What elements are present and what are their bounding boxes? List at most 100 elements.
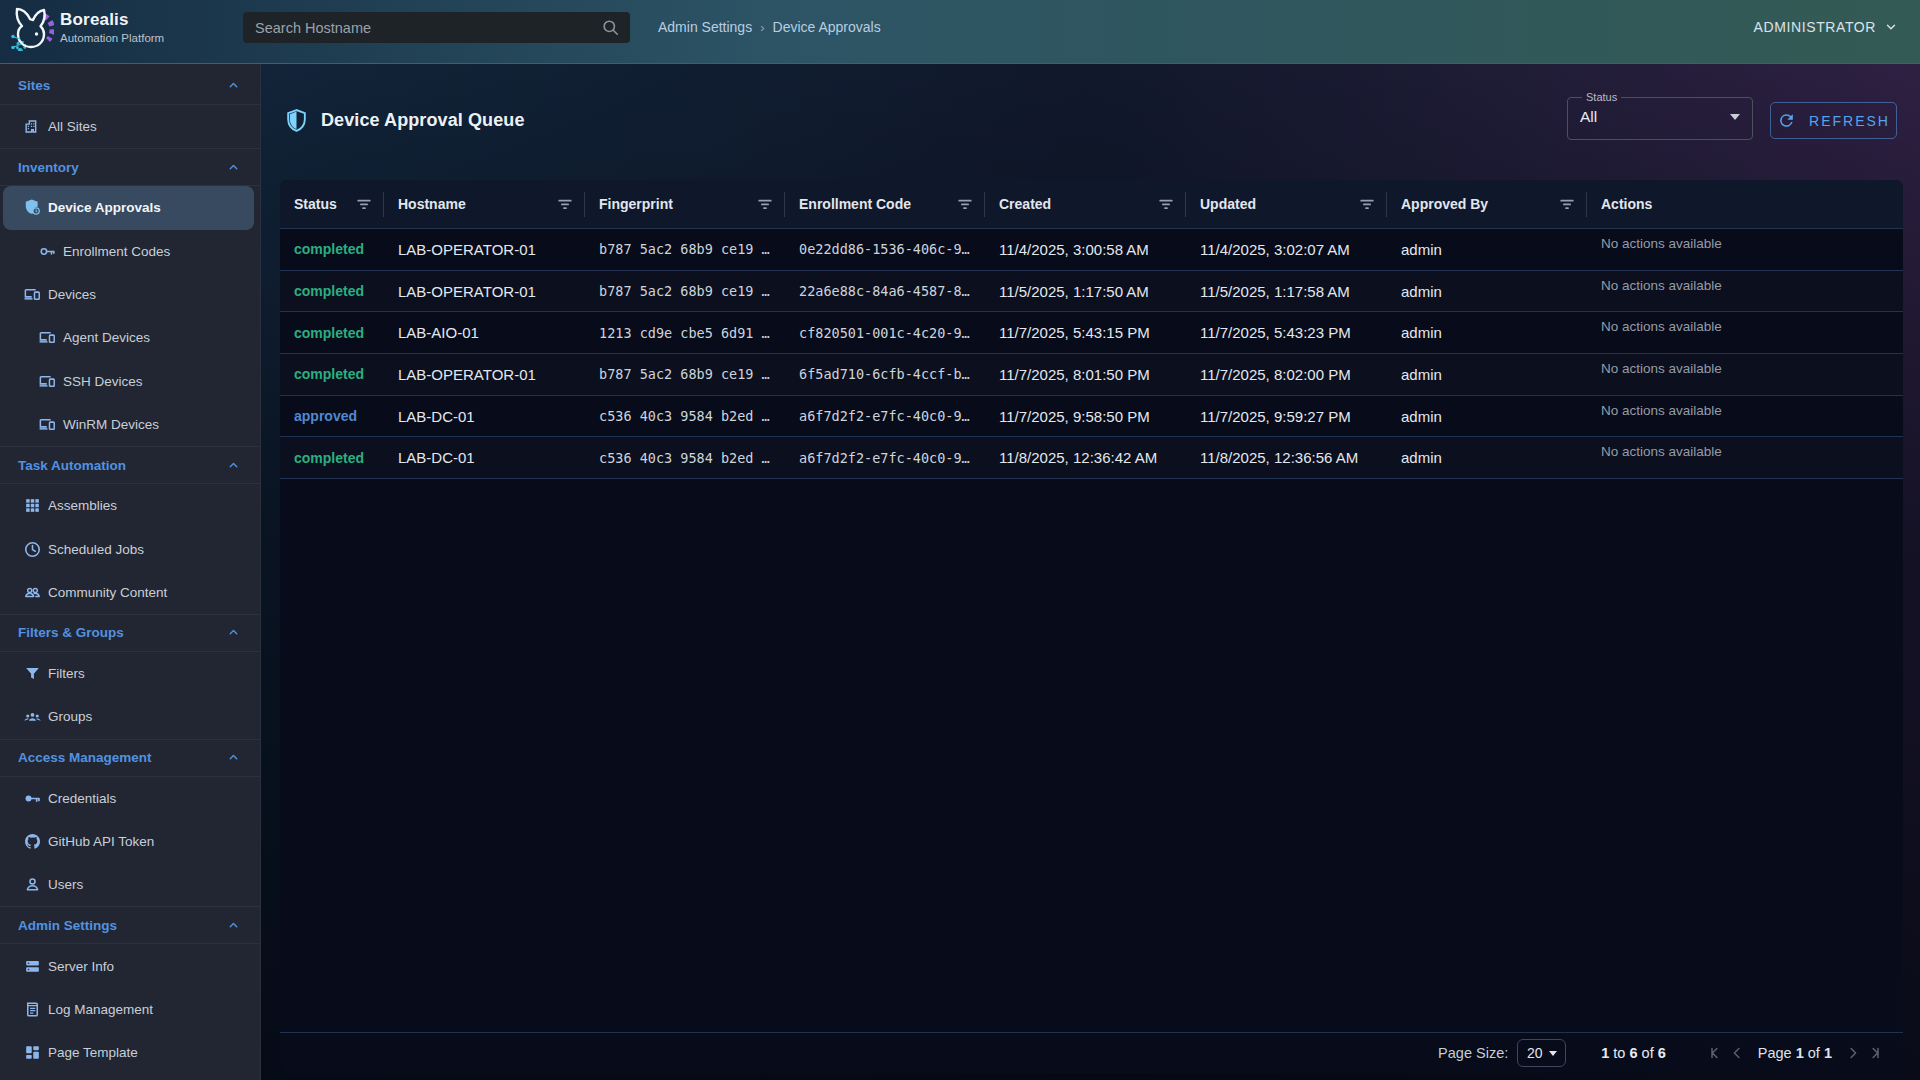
sidebar-section-header[interactable]: Filters & Groups bbox=[0, 614, 260, 652]
breadcrumb-device-approvals[interactable]: Device Approvals bbox=[773, 19, 881, 35]
cell-hostname: LAB-OPERATOR-01 bbox=[384, 271, 585, 312]
refresh-button[interactable]: REFRESH bbox=[1770, 102, 1897, 139]
sidebar-section-header[interactable]: Admin Settings bbox=[0, 906, 260, 944]
cell-hostname: LAB-OPERATOR-01 bbox=[384, 229, 585, 270]
column-header-enrollment-code[interactable]: Enrollment Code bbox=[785, 180, 985, 228]
sidebar-item-agent-devices[interactable]: Agent Devices bbox=[0, 316, 260, 359]
sidebar-section-header[interactable]: Inventory bbox=[0, 148, 260, 186]
column-filter-icon[interactable] bbox=[1357, 194, 1377, 214]
chevron-up-icon bbox=[227, 459, 240, 472]
sidebar-item-enrollment-codes[interactable]: Enrollment Codes bbox=[0, 230, 260, 273]
column-filter-icon[interactable] bbox=[555, 194, 575, 214]
devices-icon bbox=[38, 415, 57, 434]
sidebar-section-header[interactable]: Sites bbox=[0, 67, 260, 105]
chevron-up-icon bbox=[227, 79, 240, 92]
cell-fingerprint: c536 40c3 9584 b2ed … bbox=[585, 396, 785, 437]
cell-created: 11/7/2025, 9:58:50 PM bbox=[985, 396, 1186, 437]
key-icon bbox=[38, 242, 57, 261]
sidebar-item-device-approvals[interactable]: Device Approvals bbox=[3, 186, 254, 229]
table-row[interactable]: completedLAB-DC-01c536 40c3 9584 b2ed …a… bbox=[280, 437, 1903, 479]
table-row[interactable]: completedLAB-AIO-011213 cd9e cbe5 6d91 …… bbox=[280, 312, 1903, 354]
sidebar-item-devices[interactable]: Devices bbox=[0, 273, 260, 316]
shield-icon bbox=[284, 108, 309, 133]
borealis-logo-icon bbox=[8, 3, 54, 51]
select-arrow-icon bbox=[1730, 114, 1740, 120]
sidebar-item-users[interactable]: Users bbox=[0, 863, 260, 906]
cell-updated: 11/7/2025, 8:02:00 PM bbox=[1186, 354, 1387, 395]
main-content: Device Approval Queue Status All REFRESH… bbox=[261, 64, 1920, 1080]
table-row[interactable]: completedLAB-OPERATOR-01b787 5ac2 68b9 c… bbox=[280, 354, 1903, 396]
cell-actions: No actions available bbox=[1587, 437, 1903, 478]
last-page-button[interactable] bbox=[1866, 1042, 1884, 1064]
cell-created: 11/5/2025, 1:17:50 AM bbox=[985, 271, 1186, 312]
cell-status: completed bbox=[280, 354, 384, 395]
sidebar-item-server-info[interactable]: Server Info bbox=[0, 944, 260, 987]
page-size-select[interactable]: 20 bbox=[1517, 1039, 1566, 1067]
sidebar-section: Filters & GroupsFiltersGroups bbox=[0, 614, 260, 739]
column-filter-icon[interactable] bbox=[1557, 194, 1577, 214]
sidebar-item-assemblies[interactable]: Assemblies bbox=[0, 484, 260, 527]
status-filter-label: Status bbox=[1582, 91, 1621, 103]
table-row[interactable]: completedLAB-OPERATOR-01b787 5ac2 68b9 c… bbox=[280, 271, 1903, 313]
page-title: Device Approval Queue bbox=[321, 110, 525, 131]
cell-actions: No actions available bbox=[1587, 354, 1903, 395]
building-icon bbox=[23, 117, 42, 136]
column-filter-icon[interactable] bbox=[955, 194, 975, 214]
sidebar-item-credentials[interactable]: Credentials bbox=[0, 777, 260, 820]
sidebar-item-winrm-devices[interactable]: WinRM Devices bbox=[0, 403, 260, 446]
table-row[interactable]: completedLAB-OPERATOR-01b787 5ac2 68b9 c… bbox=[280, 229, 1903, 271]
hostname-search[interactable] bbox=[243, 12, 630, 43]
sidebar-item-all-sites[interactable]: All Sites bbox=[0, 105, 260, 148]
column-header-actions[interactable]: Actions bbox=[1587, 180, 1903, 228]
sidebar-item-page-template[interactable]: Page Template bbox=[0, 1031, 260, 1074]
account-menu[interactable]: ADMINISTRATOR bbox=[1754, 0, 1898, 54]
cell-enrollment-code: cf820501-001c-4c20-9… bbox=[785, 312, 985, 353]
status-filter-select[interactable]: Status All bbox=[1567, 91, 1753, 140]
cell-enrollment-code: a6f7d2f2-e7fc-40c0-9… bbox=[785, 396, 985, 437]
column-filter-icon[interactable] bbox=[755, 194, 775, 214]
search-input[interactable] bbox=[255, 20, 601, 36]
next-page-button[interactable] bbox=[1844, 1042, 1862, 1064]
server-icon bbox=[23, 957, 42, 976]
cell-actions: No actions available bbox=[1587, 229, 1903, 270]
cell-status: completed bbox=[280, 229, 384, 270]
sidebar-item-groups[interactable]: Groups bbox=[0, 695, 260, 738]
sidebar-item-ssh-devices[interactable]: SSH Devices bbox=[0, 359, 260, 402]
sidebar-section: Access ManagementCredentialsGitHub API T… bbox=[0, 739, 260, 907]
page-size-value: 20 bbox=[1527, 1045, 1543, 1061]
column-header-fingerprint[interactable]: Fingerprint bbox=[585, 180, 785, 228]
sidebar-section-header[interactable]: Access Management bbox=[0, 739, 260, 777]
chevron-up-icon bbox=[227, 626, 240, 639]
column-header-approved-by[interactable]: Approved By bbox=[1387, 180, 1587, 228]
page-size-arrow-icon bbox=[1549, 1051, 1557, 1056]
cell-updated: 11/8/2025, 12:36:56 AM bbox=[1186, 437, 1387, 478]
cell-approved-by: admin bbox=[1387, 396, 1587, 437]
column-header-created[interactable]: Created bbox=[985, 180, 1186, 228]
chevron-up-icon bbox=[227, 919, 240, 932]
sidebar-item-filters[interactable]: Filters bbox=[0, 652, 260, 695]
cell-approved-by: admin bbox=[1387, 312, 1587, 353]
cell-fingerprint: b787 5ac2 68b9 ce19 … bbox=[585, 229, 785, 270]
table-row[interactable]: approvedLAB-DC-01c536 40c3 9584 b2ed …a6… bbox=[280, 396, 1903, 438]
sidebar-item-community-content[interactable]: Community Content bbox=[0, 571, 260, 614]
breadcrumb-admin-settings[interactable]: Admin Settings bbox=[658, 19, 752, 35]
column-header-updated[interactable]: Updated bbox=[1186, 180, 1387, 228]
sidebar-item-scheduled-jobs[interactable]: Scheduled Jobs bbox=[0, 527, 260, 570]
sidebar-section-header[interactable]: Task Automation bbox=[0, 446, 260, 484]
column-filter-icon[interactable] bbox=[1156, 194, 1176, 214]
column-header-status[interactable]: Status bbox=[280, 180, 384, 228]
first-page-button[interactable] bbox=[1706, 1042, 1724, 1064]
column-filter-icon[interactable] bbox=[354, 194, 374, 214]
sidebar-section: Admin SettingsServer InfoLog ManagementP… bbox=[0, 906, 260, 1074]
sidebar-item-github-api-token[interactable]: GitHub API Token bbox=[0, 820, 260, 863]
account-label: ADMINISTRATOR bbox=[1754, 19, 1876, 35]
shield-badge-icon bbox=[23, 198, 42, 217]
column-header-hostname[interactable]: Hostname bbox=[384, 180, 585, 228]
funnel-icon bbox=[23, 664, 42, 683]
cell-fingerprint: c536 40c3 9584 b2ed … bbox=[585, 437, 785, 478]
cell-approved-by: admin bbox=[1387, 437, 1587, 478]
prev-page-button[interactable] bbox=[1728, 1042, 1746, 1064]
refresh-icon bbox=[1777, 111, 1796, 130]
cell-fingerprint: b787 5ac2 68b9 ce19 … bbox=[585, 271, 785, 312]
sidebar-item-log-management[interactable]: Log Management bbox=[0, 988, 260, 1031]
